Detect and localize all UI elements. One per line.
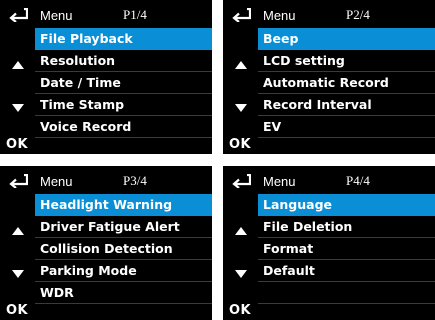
menu-screen-page-4: OK Menu P4/4 Language File Deletion Form… <box>223 166 435 320</box>
ok-button[interactable]: OK <box>6 303 28 318</box>
scroll-up-icon[interactable] <box>235 227 247 235</box>
menu-item-default[interactable]: Default <box>258 260 435 282</box>
back-arrow-icon[interactable] <box>8 8 28 22</box>
menu-item-headlight-warning[interactable]: Headlight Warning <box>35 194 212 216</box>
back-arrow-icon[interactable] <box>231 8 251 22</box>
menu-item-collision-detection[interactable]: Collision Detection <box>35 238 212 260</box>
menu-item-lcd-setting[interactable]: LCD setting <box>258 50 435 72</box>
menu-item-automatic-record[interactable]: Automatic Record <box>258 72 435 94</box>
menu-header: Menu P4/4 <box>258 171 435 193</box>
sidebar: OK <box>223 0 258 154</box>
menu-screen-page-1: OK Menu P1/4 File Playback Resolution Da… <box>0 0 212 154</box>
sidebar: OK <box>0 0 35 154</box>
menu-item-driver-fatigue-alert[interactable]: Driver Fatigue Alert <box>35 216 212 238</box>
scroll-up-icon[interactable] <box>235 61 247 69</box>
back-arrow-icon[interactable] <box>8 174 28 188</box>
menu-item-wdr[interactable]: WDR <box>35 282 212 304</box>
menu-title: Menu <box>40 174 73 189</box>
ok-button[interactable]: OK <box>229 303 251 318</box>
menu-screen-page-3: OK Menu P3/4 Headlight Warning Driver Fa… <box>0 166 212 320</box>
ok-button[interactable]: OK <box>6 137 28 152</box>
page-indicator: P4/4 <box>346 173 370 188</box>
menu-item-record-interval[interactable]: Record Interval <box>258 94 435 116</box>
menu-item-beep[interactable]: Beep <box>258 28 435 50</box>
page-indicator: P2/4 <box>346 7 370 22</box>
menu-item-ev[interactable]: EV <box>258 116 435 138</box>
scroll-down-icon[interactable] <box>235 104 247 112</box>
menu-item-resolution[interactable]: Resolution <box>35 50 212 72</box>
menu-item-empty <box>258 282 435 304</box>
menu-list: Headlight Warning Driver Fatigue Alert C… <box>35 194 212 304</box>
scroll-down-icon[interactable] <box>235 270 247 278</box>
sidebar: OK <box>0 166 35 320</box>
menu-title: Menu <box>263 174 296 189</box>
menu-list: File Playback Resolution Date / Time Tim… <box>35 28 212 138</box>
menu-item-file-playback[interactable]: File Playback <box>35 28 212 50</box>
sidebar: OK <box>223 166 258 320</box>
menu-item-voice-record[interactable]: Voice Record <box>35 116 212 138</box>
menu-item-parking-mode[interactable]: Parking Mode <box>35 260 212 282</box>
menu-list: Beep LCD setting Automatic Record Record… <box>258 28 435 138</box>
menu-header: Menu P1/4 <box>35 5 212 27</box>
page-indicator: P3/4 <box>123 173 147 188</box>
menu-item-time-stamp[interactable]: Time Stamp <box>35 94 212 116</box>
scroll-down-icon[interactable] <box>12 270 24 278</box>
menu-item-file-deletion[interactable]: File Deletion <box>258 216 435 238</box>
menu-title: Menu <box>40 8 73 23</box>
menu-header: Menu P3/4 <box>35 171 212 193</box>
page-indicator: P1/4 <box>123 7 147 22</box>
scroll-up-icon[interactable] <box>12 227 24 235</box>
menu-item-format[interactable]: Format <box>258 238 435 260</box>
menu-title: Menu <box>263 8 296 23</box>
menu-list: Language File Deletion Format Default <box>258 194 435 304</box>
menu-screen-page-2: OK Menu P2/4 Beep LCD setting Automatic … <box>223 0 435 154</box>
scroll-up-icon[interactable] <box>12 61 24 69</box>
menu-item-language[interactable]: Language <box>258 194 435 216</box>
back-arrow-icon[interactable] <box>231 174 251 188</box>
scroll-down-icon[interactable] <box>12 104 24 112</box>
menu-item-date-time[interactable]: Date / Time <box>35 72 212 94</box>
ok-button[interactable]: OK <box>229 137 251 152</box>
menu-header: Menu P2/4 <box>258 5 435 27</box>
